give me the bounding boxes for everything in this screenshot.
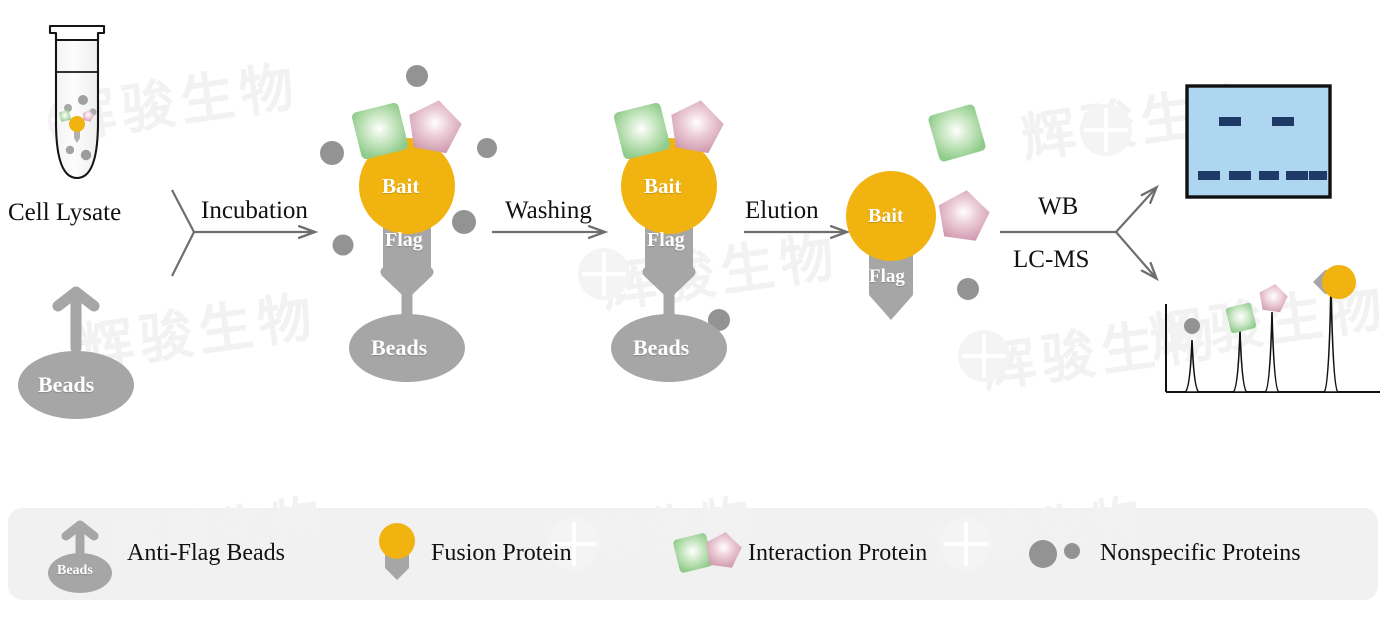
- cell-lysate-label: Cell Lysate: [8, 199, 122, 226]
- washed-flag-label: Flag: [647, 229, 685, 251]
- coip-workflow-diagram: 辉骏生物 辉骏生物 辉骏生物 辉骏生物 辉骏生物 辉骏生物 辉骏生物 辉骏生物 …: [0, 0, 1386, 619]
- bait-circle: [379, 523, 415, 559]
- gel-band: [1259, 171, 1279, 180]
- branch-label-lcms: LC-MS: [1013, 246, 1090, 273]
- gel-band: [1309, 171, 1327, 180]
- gel-band: [1219, 117, 1241, 126]
- bound-bait-label: Bait: [382, 174, 420, 198]
- interaction-protein-green: [1225, 302, 1257, 334]
- branch-label-wb: WB: [1038, 193, 1079, 220]
- legend-icon-anti-flag-beads: [48, 520, 112, 593]
- bound-beads-label: Beads: [371, 335, 428, 360]
- step-label-washing: Washing: [505, 197, 592, 224]
- gel-band: [1272, 117, 1294, 126]
- legend-beads-label: Beads: [57, 563, 93, 578]
- nonspecific-protein-dot: [452, 210, 476, 234]
- legend-label-fusion-protein: Fusion Protein: [431, 540, 572, 566]
- nonspecific-protein-dot: [80, 149, 92, 161]
- washed-beads-label: Beads: [633, 335, 690, 360]
- step-label-elution: Elution: [745, 197, 819, 224]
- nonspecific-protein-dot: [1064, 543, 1080, 559]
- western-blot-gel: [1185, 84, 1332, 199]
- nonspecific-protein-dot: [320, 141, 344, 165]
- eluted-flag-label: Flag: [869, 266, 905, 287]
- gel-band: [1198, 171, 1220, 180]
- nonspecific-protein-dot: [78, 95, 88, 105]
- nonspecific-protein-dot: [406, 65, 428, 87]
- ms-peak: [1321, 283, 1341, 393]
- legend-label-interaction-protein: Interaction Protein: [748, 540, 928, 566]
- nonspecific-protein-dot: [1029, 540, 1057, 568]
- nonspecific-protein-dot: [477, 138, 497, 158]
- interaction-protein-green: [673, 533, 713, 573]
- legend-icon-interaction-protein: [673, 532, 742, 573]
- interaction-protein-pink: [938, 190, 990, 241]
- antibody-icon: [52, 286, 100, 354]
- free-anti-flag-beads: [18, 286, 134, 419]
- free-beads-label: Beads: [38, 372, 95, 397]
- legend-label-nonspecific-proteins: Nonspecific Proteins: [1100, 540, 1301, 566]
- fusion-protein-bait-flag-icon: [1313, 265, 1356, 299]
- bait-circle: [1322, 265, 1356, 299]
- interaction-protein-pink: [1259, 284, 1288, 313]
- gel-band: [1286, 171, 1308, 180]
- washed-bait-label: Bait: [644, 174, 682, 198]
- legend-icon-fusion-protein: [379, 523, 415, 580]
- gel-band: [1229, 171, 1251, 180]
- legend-icon-nonspecific-proteins: [1029, 540, 1080, 568]
- eluted-bait-label: Bait: [868, 205, 904, 227]
- nonspecific-protein-dot: [1184, 318, 1200, 334]
- interaction-protein-green: [928, 104, 986, 162]
- bound-flag-label: Flag: [385, 229, 423, 251]
- legend-label-anti-flag-beads: Anti-Flag Beads: [127, 540, 285, 566]
- nonspecific-protein-dot: [957, 278, 979, 300]
- ms-peak: [1264, 311, 1280, 393]
- step-label-incubation: Incubation: [201, 197, 308, 224]
- gel-panel: [1185, 84, 1332, 199]
- nonspecific-protein-dot: [65, 145, 75, 155]
- ms-peak: [1232, 329, 1248, 393]
- lc-ms-spectrum: [1165, 265, 1380, 393]
- nonspecific-protein-dot: [332, 234, 354, 256]
- microcentrifuge-tube: [48, 24, 106, 180]
- ms-peak: [1184, 339, 1200, 393]
